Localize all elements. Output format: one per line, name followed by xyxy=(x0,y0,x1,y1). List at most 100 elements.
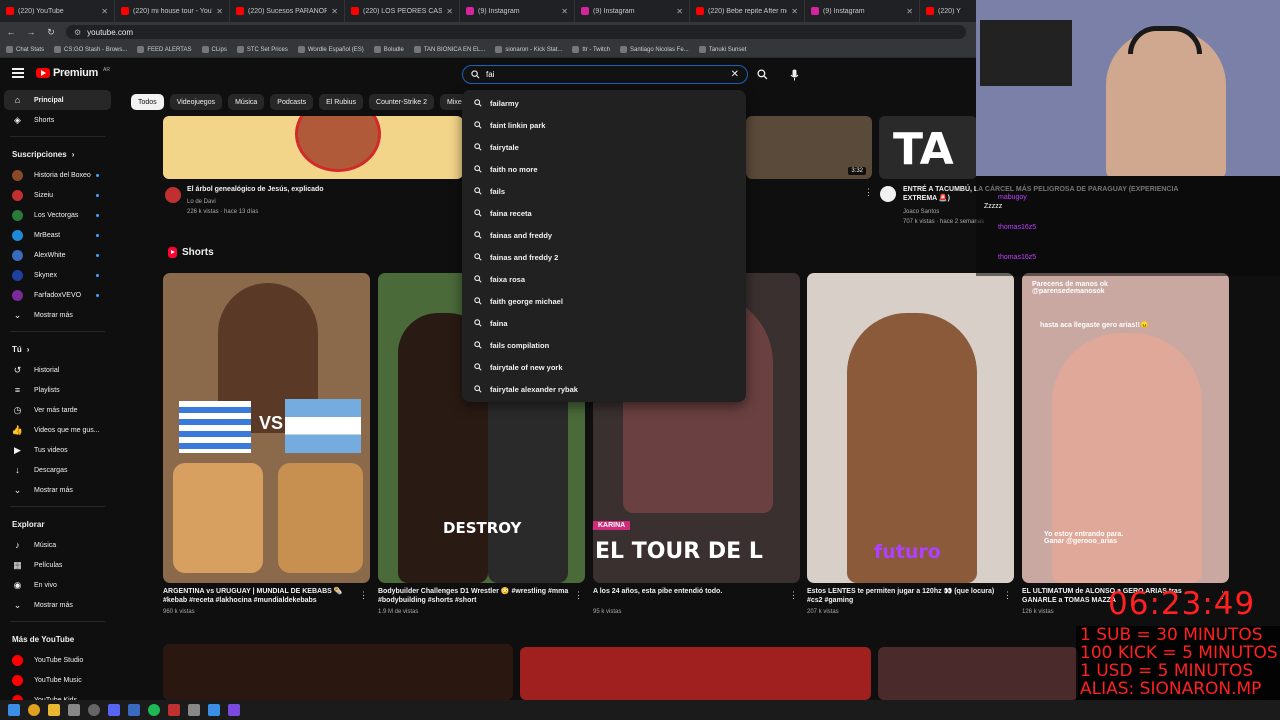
search-suggestion[interactable]: fainas and freddy xyxy=(462,224,746,246)
search-suggestion[interactable]: failarmy xyxy=(462,92,746,114)
browser-tab[interactable]: (9) Instagram ✕ xyxy=(805,0,920,22)
browser-tab[interactable]: (9) Instagram ✕ xyxy=(460,0,575,22)
close-tab-icon[interactable]: ✕ xyxy=(216,7,223,16)
bookmark-item[interactable]: FEED ALERTAS xyxy=(137,46,192,53)
you-header[interactable]: Tú › xyxy=(0,338,115,360)
sidebar-item-you[interactable]: ↺ Historial xyxy=(0,360,115,380)
browser-tab[interactable]: (9) Instagram ✕ xyxy=(575,0,690,22)
search-suggestion[interactable]: faint linkin park xyxy=(462,114,746,136)
search-button[interactable] xyxy=(750,65,774,84)
video-thumbnail-5[interactable] xyxy=(520,647,871,700)
sidebar-item-subscription[interactable]: Skynex xyxy=(0,265,115,285)
more-options-icon[interactable]: ⋮ xyxy=(1003,590,1012,601)
chrome-icon[interactable] xyxy=(28,704,40,716)
search-suggestion[interactable]: fails compilation xyxy=(462,334,746,356)
search-box[interactable]: ✕ xyxy=(462,65,748,84)
bookmark-item[interactable]: CS:GO Stash - Brows... xyxy=(54,46,127,53)
windows-start-icon[interactable] xyxy=(8,704,20,716)
video-channel[interactable]: Joaco Santos xyxy=(903,208,939,217)
more-options-icon[interactable]: ⋮ xyxy=(789,590,798,601)
sidebar-item-you[interactable]: ◷ Ver más tarde xyxy=(0,400,115,420)
search-suggestion[interactable]: fainas and freddy 2 xyxy=(462,246,746,268)
sidebar-item-subscription[interactable]: Los Vectorgas xyxy=(0,205,115,225)
browser-tab[interactable]: (220) YouTube ✕ xyxy=(0,0,115,22)
bookmark-item[interactable]: Santiago Nicolas Fe... xyxy=(619,46,689,53)
sidebar-item-subscription[interactable]: FarfadoxVEVO xyxy=(0,285,115,305)
filter-chip[interactable]: Videojuegos xyxy=(169,94,223,110)
sidebar-item-explore[interactable]: ♪ Música xyxy=(0,535,115,555)
sidebar-item-shorts[interactable]: ◈ Shorts xyxy=(0,110,115,130)
bookmark-item[interactable]: Boludle xyxy=(373,46,404,53)
sidebar-item-you[interactable]: ↓ Descargas xyxy=(0,460,115,480)
browser-tab[interactable]: (220) mi house tour - YouTube ✕ xyxy=(115,0,230,22)
search-suggestion[interactable]: fairytale xyxy=(462,136,746,158)
bookmark-item[interactable]: CLips xyxy=(201,46,227,53)
search-suggestion[interactable]: faina receta xyxy=(462,202,746,224)
sidebar-item-more[interactable]: YouTube Studio xyxy=(0,650,115,670)
show-more-button[interactable]: ⌄ Mostrar más xyxy=(0,595,115,615)
sidebar-item-subscription[interactable]: AlexWhite xyxy=(0,245,115,265)
discord-icon[interactable] xyxy=(108,704,120,716)
channel-avatar[interactable] xyxy=(165,187,181,203)
short-thumbnail-5[interactable]: Parecens de manos ok @parensedemanosok h… xyxy=(1022,273,1229,583)
video-channel[interactable]: Lo de Davi xyxy=(187,198,216,207)
app-icon[interactable] xyxy=(68,704,80,716)
youtube-logo[interactable]: Premium AR xyxy=(36,67,110,79)
search-suggestion[interactable]: fails xyxy=(462,180,746,202)
show-more-button[interactable]: ⌄ Mostrar más xyxy=(0,480,115,500)
forward-icon[interactable]: → xyxy=(26,27,36,37)
close-tab-icon[interactable]: ✕ xyxy=(446,7,453,16)
close-tab-icon[interactable]: ✕ xyxy=(791,7,798,16)
video-thumbnail-3[interactable]: TA xyxy=(879,116,977,179)
app-icon[interactable] xyxy=(88,704,100,716)
filter-chip[interactable]: El Rubius xyxy=(319,94,364,110)
close-tab-icon[interactable]: ✕ xyxy=(561,7,568,16)
sidebar-item-you[interactable]: ≡ Playlists xyxy=(0,380,115,400)
address-bar[interactable]: ⚙ youtube.com xyxy=(66,25,966,39)
filter-chip[interactable]: Counter-Strike 2 xyxy=(369,94,435,110)
sidebar-item-more[interactable]: YouTube Kids xyxy=(0,690,115,700)
more-options-icon[interactable]: ⋮ xyxy=(574,590,583,601)
app-icon[interactable] xyxy=(208,704,220,716)
bookmark-item[interactable]: Wordle Español (ES) xyxy=(297,46,364,53)
close-tab-icon[interactable]: ✕ xyxy=(331,7,338,16)
search-suggestion[interactable]: fairytale of new york xyxy=(462,356,746,378)
app-icon[interactable] xyxy=(188,704,200,716)
bookmark-item[interactable]: sionaron - Kick Stat... xyxy=(495,46,562,53)
spotify-icon[interactable] xyxy=(148,704,160,716)
close-tab-icon[interactable]: ✕ xyxy=(676,7,683,16)
app-icon[interactable] xyxy=(168,704,180,716)
bookmark-item[interactable]: Chat Stats xyxy=(6,46,44,53)
sidebar-item-subscription[interactable]: Historia del Boxeo xyxy=(0,165,115,185)
short-title[interactable]: Bodybuilder Challenges D1 Wrestler 😳 #wr… xyxy=(378,587,573,605)
more-options-icon[interactable]: ⋮ xyxy=(359,590,368,601)
hamburger-menu-icon[interactable] xyxy=(12,68,24,78)
reload-icon[interactable]: ↻ xyxy=(46,27,56,38)
short-title[interactable]: A los 24 años, esta pibe entendió todo. xyxy=(593,587,788,596)
search-input[interactable] xyxy=(486,70,725,79)
video-thumbnail-6[interactable] xyxy=(878,647,1078,700)
search-suggestion[interactable]: faith no more xyxy=(462,158,746,180)
sidebar-item-you[interactable]: 👍 Videos que me gus... xyxy=(0,420,115,440)
subscriptions-header[interactable]: Suscripciones › xyxy=(0,143,115,165)
search-suggestion[interactable]: faith george michael xyxy=(462,290,746,312)
sidebar-item-subscription[interactable]: Sizeiu xyxy=(0,185,115,205)
bookmark-item[interactable]: ttr - Twitch xyxy=(572,46,610,53)
video-title[interactable]: El árbol genealógico de Jesús, explicado xyxy=(187,185,457,194)
video-thumbnail-4[interactable] xyxy=(163,644,513,700)
app-icon[interactable] xyxy=(228,704,240,716)
close-tab-icon[interactable]: ✕ xyxy=(906,7,913,16)
filter-chip[interactable]: Música xyxy=(228,94,265,110)
close-tab-icon[interactable]: ✕ xyxy=(101,7,108,16)
site-info-icon[interactable]: ⚙ xyxy=(74,28,81,37)
bookmark-item[interactable]: TAN BIONICA EN EL... xyxy=(413,46,485,53)
browser-tab[interactable]: (220) Bebe repite After me, n ✕ xyxy=(690,0,805,22)
sidebar-item-you[interactable]: ▶ Tus videos xyxy=(0,440,115,460)
channel-avatar[interactable] xyxy=(880,186,896,202)
short-thumbnail-4[interactable]: futuro xyxy=(807,273,1014,583)
more-options-icon[interactable]: ⋮ xyxy=(864,187,873,198)
filter-chip[interactable]: Todos xyxy=(131,94,164,110)
short-title[interactable]: ARGENTINA vs URUGUAY | MUNDIAL DE KEBABS… xyxy=(163,587,358,605)
short-thumbnail-1[interactable]: VS xyxy=(163,273,370,583)
sidebar-item-explore[interactable]: ◉ En vivo xyxy=(0,575,115,595)
